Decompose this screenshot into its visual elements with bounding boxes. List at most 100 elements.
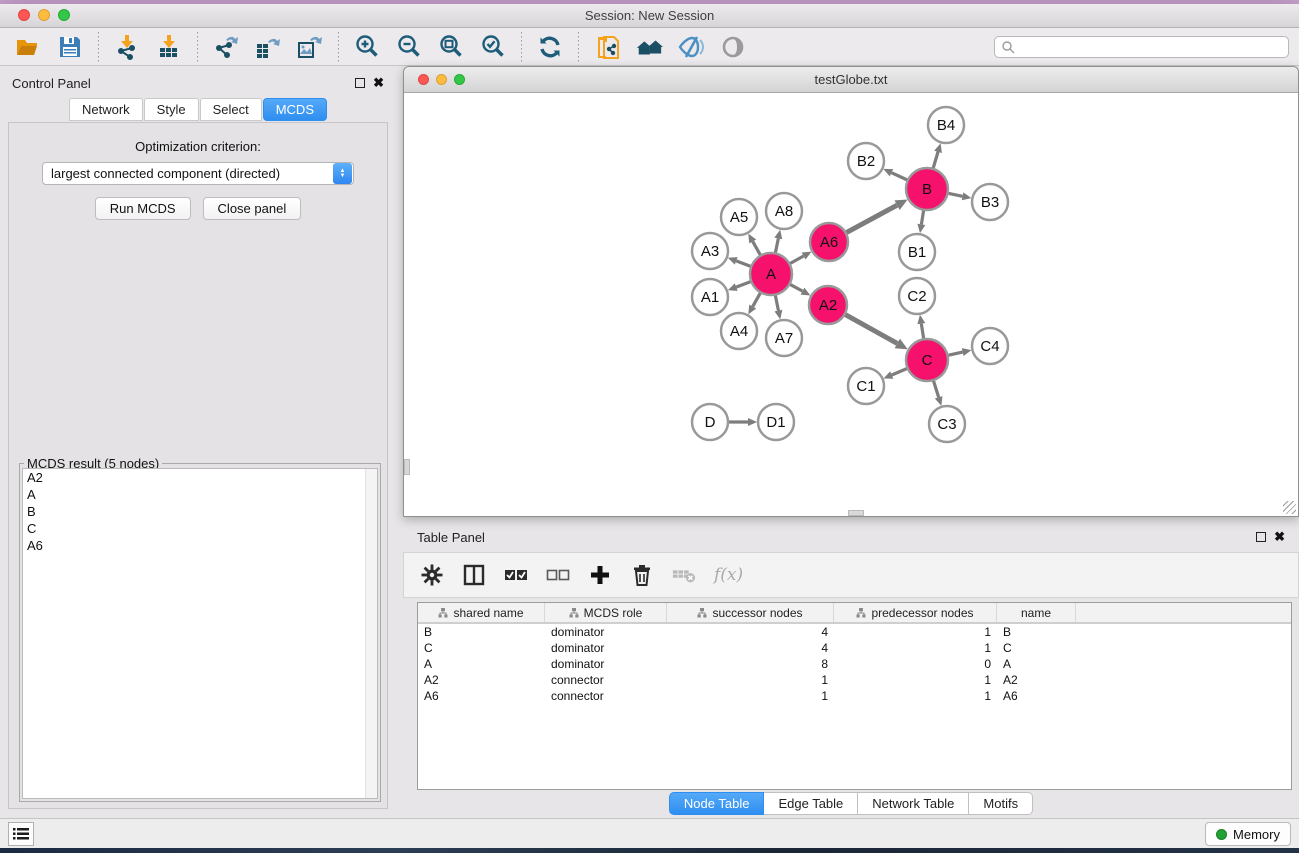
cell-successor-nodes[interactable]: 1 xyxy=(667,673,834,687)
cell-predecessor-nodes[interactable]: 1 xyxy=(834,625,997,639)
select-all-icon[interactable] xyxy=(504,563,528,587)
mcds-result-item[interactable]: A xyxy=(23,486,377,503)
home-icon[interactable] xyxy=(635,33,663,61)
edge-B-B2[interactable] xyxy=(891,173,907,181)
cell-successor-nodes[interactable]: 8 xyxy=(667,657,834,671)
table-row[interactable]: A2connector11A2 xyxy=(418,672,1291,688)
mcds-result-list[interactable]: A2ABCA6 xyxy=(22,468,378,799)
cell-predecessor-nodes[interactable]: 1 xyxy=(834,689,997,703)
table-row[interactable]: Adominator80A xyxy=(418,656,1291,672)
edge-A-A3[interactable] xyxy=(736,261,751,267)
edge-A-A2[interactable] xyxy=(789,284,802,291)
network-graph[interactable]: B4B2BB3A5A8A6A3B1AA1C2A2A4A7C4CC1DD1C3 xyxy=(404,93,1298,516)
network-canvas[interactable]: B4B2BB3A5A8A6A3B1AA1C2A2A4A7C4CC1DD1C3 xyxy=(404,93,1298,516)
cell-predecessor-nodes[interactable]: 1 xyxy=(834,673,997,687)
network-zoom-button[interactable] xyxy=(454,74,465,85)
close-panel-icon[interactable]: ✖ xyxy=(373,78,384,88)
edge-C-C4[interactable] xyxy=(947,352,962,355)
zoom-window-button[interactable] xyxy=(58,9,70,21)
edge-A-A5[interactable] xyxy=(753,241,761,255)
import-table-icon[interactable] xyxy=(155,33,183,61)
table-row[interactable]: Bdominator41B xyxy=(418,624,1291,640)
zoom-in-icon[interactable] xyxy=(353,33,381,61)
cell-name[interactable]: A2 xyxy=(997,673,1076,687)
table-row[interactable]: Cdominator41C xyxy=(418,640,1291,656)
tab-node-table[interactable]: Node Table xyxy=(669,792,765,815)
cell-shared-name[interactable]: B xyxy=(418,625,545,639)
import-network-icon[interactable] xyxy=(113,33,141,61)
column-header-predecessor-nodes[interactable]: predecessor nodes xyxy=(834,603,997,622)
export-network-icon[interactable] xyxy=(212,33,240,61)
zoom-out-icon[interactable] xyxy=(395,33,423,61)
mcds-result-item[interactable]: B xyxy=(23,503,377,520)
node-table[interactable]: shared nameMCDS rolesuccessor nodesprede… xyxy=(417,602,1292,790)
cell-shared-name[interactable]: A6 xyxy=(418,689,545,703)
zoom-fit-icon[interactable] xyxy=(437,33,465,61)
cell-MCDS-role[interactable]: dominator xyxy=(545,641,667,655)
cell-MCDS-role[interactable]: connector xyxy=(545,689,667,703)
save-session-icon[interactable] xyxy=(56,33,84,61)
edge-B-B4[interactable] xyxy=(933,152,938,169)
resize-grip-icon[interactable] xyxy=(1283,501,1296,514)
edge-A-A6[interactable] xyxy=(789,256,803,264)
close-panel-button[interactable]: Close panel xyxy=(203,197,302,220)
birds-eye-icon[interactable] xyxy=(719,33,747,61)
edge-C-C3[interactable] xyxy=(933,380,938,397)
edge-A-A1[interactable] xyxy=(736,281,751,287)
mcds-result-item[interactable]: A6 xyxy=(23,537,377,554)
column-header-successor-nodes[interactable]: successor nodes xyxy=(667,603,834,622)
zoom-selected-icon[interactable] xyxy=(479,33,507,61)
scrollbar[interactable] xyxy=(365,469,377,798)
float-panel-icon[interactable] xyxy=(355,78,365,88)
graphics-details-icon[interactable] xyxy=(677,33,705,61)
network-window-titlebar[interactable]: testGlobe.txt xyxy=(404,67,1298,93)
close-panel-icon[interactable]: ✖ xyxy=(1274,532,1285,542)
column-header-shared-name[interactable]: shared name xyxy=(418,603,545,622)
tab-network[interactable]: Network xyxy=(69,98,143,121)
network-minimize-button[interactable] xyxy=(436,74,447,85)
refresh-icon[interactable] xyxy=(536,33,564,61)
add-row-icon[interactable] xyxy=(588,563,612,587)
delete-row-icon[interactable] xyxy=(630,563,654,587)
search-box[interactable] xyxy=(994,36,1289,58)
tab-edge-table[interactable]: Edge Table xyxy=(764,792,858,815)
minimize-window-button[interactable] xyxy=(38,9,50,21)
cell-name[interactable]: C xyxy=(997,641,1076,655)
cell-name[interactable]: A6 xyxy=(997,689,1076,703)
open-file-icon[interactable] xyxy=(14,33,42,61)
cell-shared-name[interactable]: C xyxy=(418,641,545,655)
mcds-result-item[interactable]: C xyxy=(23,520,377,537)
cell-shared-name[interactable]: A xyxy=(418,657,545,671)
column-header-name[interactable]: name xyxy=(997,603,1076,622)
tab-select[interactable]: Select xyxy=(200,98,262,121)
tab-network-table[interactable]: Network Table xyxy=(858,792,969,815)
cell-predecessor-nodes[interactable]: 0 xyxy=(834,657,997,671)
cell-successor-nodes[interactable]: 4 xyxy=(667,625,834,639)
cell-successor-nodes[interactable]: 1 xyxy=(667,689,834,703)
close-window-button[interactable] xyxy=(18,9,30,21)
gear-icon[interactable] xyxy=(420,563,444,587)
table-row[interactable]: A6connector11A6 xyxy=(418,688,1291,704)
duplicate-network-icon[interactable] xyxy=(593,33,621,61)
splitter-handle[interactable] xyxy=(848,510,864,516)
cell-name[interactable]: A xyxy=(997,657,1076,671)
edge-A-A4[interactable] xyxy=(753,292,761,306)
search-input[interactable] xyxy=(1015,40,1282,54)
cell-MCDS-role[interactable]: dominator xyxy=(545,625,667,639)
unselect-all-icon[interactable] xyxy=(546,563,570,587)
edge-A2-C[interactable] xyxy=(845,314,898,343)
run-mcds-button[interactable]: Run MCDS xyxy=(95,197,191,220)
edge-A-A8[interactable] xyxy=(775,238,778,253)
edge-A6-B[interactable] xyxy=(846,205,897,233)
cell-MCDS-role[interactable]: connector xyxy=(545,673,667,687)
cell-shared-name[interactable]: A2 xyxy=(418,673,545,687)
edge-B-B1[interactable] xyxy=(921,210,923,225)
export-table-icon[interactable] xyxy=(254,33,282,61)
export-image-icon[interactable] xyxy=(296,33,324,61)
criterion-select[interactable]: largest connected component (directed) ▲… xyxy=(42,162,354,185)
edge-C-C1[interactable] xyxy=(892,368,908,375)
edge-A-A7[interactable] xyxy=(775,295,778,311)
network-close-button[interactable] xyxy=(418,74,429,85)
tab-mcds[interactable]: MCDS xyxy=(263,98,327,121)
memory-button[interactable]: Memory xyxy=(1205,822,1291,846)
